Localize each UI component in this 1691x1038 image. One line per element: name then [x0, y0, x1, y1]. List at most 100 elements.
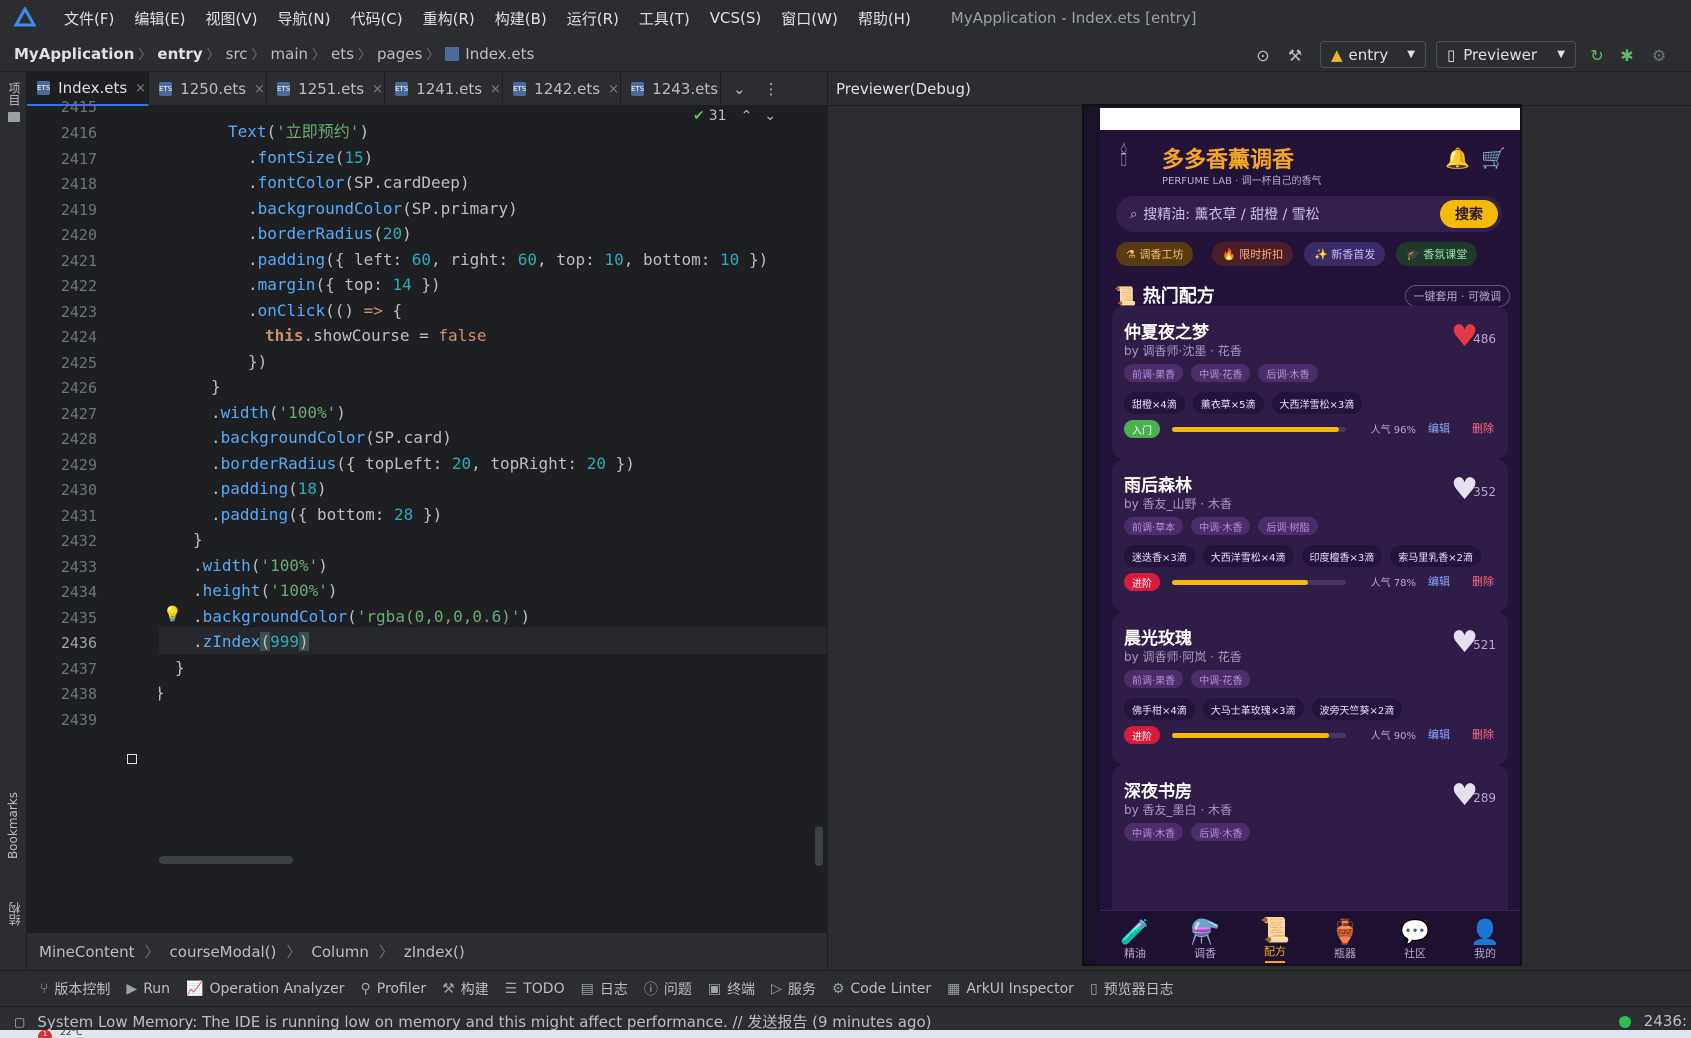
search-input[interactable]: ⌕ 搜精油: 薰衣草 / 甜橙 / 雪松 搜索: [1116, 196, 1502, 232]
recipe-card[interactable]: 晨光玫瑰 by 调香师·阿岚 · 花香 ♥ 521 前调·果香 中调·花香 佛手柑…: [1112, 612, 1508, 765]
cart-icon[interactable]: 🛒: [1481, 146, 1506, 170]
more-vertical-icon[interactable]: ⋮: [758, 72, 785, 106]
nav-file[interactable]: Index.ets: [465, 45, 534, 63]
attach-debugger-icon[interactable]: ⚙: [1648, 44, 1670, 66]
breakpoint-marker-icon[interactable]: [127, 754, 137, 764]
tool-operation-analyzer[interactable]: 📈 Operation Analyzer: [186, 981, 344, 997]
chip-new[interactable]: ✨ 新香首发: [1304, 242, 1386, 266]
delete-button[interactable]: 删除: [1472, 726, 1494, 742]
status-message[interactable]: System Low Memory: The IDE is running lo…: [37, 1011, 931, 1032]
tool-label: Code Linter: [850, 980, 932, 997]
nav-module[interactable]: entry: [157, 45, 202, 63]
menu-navigate[interactable]: 导航(N): [278, 8, 331, 29]
crumb-column[interactable]: Column: [311, 943, 368, 961]
section-badge[interactable]: 一键套用 · 可微调: [1404, 285, 1510, 307]
close-icon[interactable]: ×: [490, 82, 501, 97]
tool-problems[interactable]: ⓘ 问题: [644, 979, 692, 999]
chip-discount[interactable]: 🔥 限时折扣: [1212, 242, 1294, 266]
nav-path-ets[interactable]: ets: [331, 45, 354, 63]
tool-code-linter[interactable]: ⚙ Code Linter: [832, 981, 931, 997]
tab-1243[interactable]: ETS 1243.ets: [621, 72, 721, 106]
chip-class[interactable]: 🎓 香氛课堂: [1396, 242, 1478, 266]
run-config-select[interactable]: ▲ entry ▼: [1320, 41, 1426, 68]
recipe-card[interactable]: 深夜书房 by 香友_墨白 · 木香 ♥ 289 中调·木香 后调·木香: [1112, 765, 1508, 918]
menu-tools[interactable]: 工具(T): [639, 8, 690, 29]
edit-button[interactable]: 编辑: [1428, 420, 1450, 436]
close-icon[interactable]: ×: [372, 82, 383, 97]
graduation-cap-icon: 🎓: [1406, 247, 1420, 261]
rerun-icon[interactable]: ↻: [1586, 44, 1608, 66]
bookmarks-tool-button[interactable]: Bookmarks: [6, 792, 20, 859]
inspection-widget[interactable]: ✔ 31 ⌃ ⌄: [693, 108, 776, 124]
nav-path-main[interactable]: main: [271, 45, 308, 63]
recipe-card[interactable]: 仲夏夜之梦 by 调香师·沈墨 · 花香 ♥ 486 前调·果香 中调·花香 后调·…: [1112, 306, 1508, 459]
nav-tab-profile[interactable]: 👤 我的: [1450, 911, 1520, 964]
horizontal-scrollbar[interactable]: [159, 856, 293, 864]
menu-run[interactable]: 运行(R): [567, 8, 619, 29]
recipe-card[interactable]: 雨后森林 by 香友_山野 · 木香 ♥ 352 前调·草本 中调·木香 后调·树脂…: [1112, 459, 1508, 612]
structure-tool-button[interactable]: 结构: [6, 902, 23, 926]
menu-view[interactable]: 视图(V): [206, 8, 258, 29]
tab-1241[interactable]: ETS 1241.ets ×: [385, 72, 503, 106]
menu-build[interactable]: 构建(B): [495, 8, 547, 29]
menu-refactor[interactable]: 重构(R): [423, 8, 475, 29]
edit-button[interactable]: 编辑: [1428, 573, 1450, 589]
device-select[interactable]: ▯ Previewer ▼: [1436, 41, 1576, 68]
tool-vcs[interactable]: ⑂ 版本控制: [40, 979, 110, 999]
crumb-mine-content[interactable]: MineContent: [39, 943, 135, 961]
ingredient-tag: 大西洋雪松×3滴: [1271, 392, 1363, 414]
close-icon[interactable]: ×: [135, 81, 146, 96]
project-tool-button[interactable]: 项目: [6, 82, 23, 106]
hammer-icon[interactable]: ⚒: [1284, 44, 1306, 66]
tab-1250[interactable]: ETS 1250.ets ×: [149, 72, 267, 106]
vertical-scrollbar[interactable]: [815, 826, 823, 866]
tool-todo[interactable]: ☰ TODO: [505, 981, 565, 997]
nav-path-pages[interactable]: pages: [377, 45, 422, 63]
ets-file-icon: ETS: [37, 81, 51, 95]
tab-1251[interactable]: ETS 1251.ets ×: [267, 72, 385, 106]
caret-position[interactable]: 2436:: [1644, 1012, 1687, 1030]
debug-bug-icon[interactable]: ✱: [1616, 44, 1638, 66]
menu-file[interactable]: 文件(F): [64, 8, 114, 29]
menu-code[interactable]: 代码(C): [350, 8, 402, 29]
menu-window[interactable]: 窗口(W): [781, 8, 838, 29]
tool-profiler[interactable]: ⚲ Profiler: [361, 981, 427, 997]
menu-edit[interactable]: 编辑(E): [134, 8, 185, 29]
delete-button[interactable]: 删除: [1472, 573, 1494, 589]
code-editor[interactable]: ✔ 31 ⌃ ⌄ Text('立即预约') .fontSize(15) .font…: [159, 106, 827, 932]
nav-tab-recipes[interactable]: 📜 配方: [1240, 911, 1310, 964]
close-icon[interactable]: ×: [254, 82, 265, 97]
tab-1242[interactable]: ETS 1242.ets ×: [503, 72, 621, 106]
line-number: 2438: [60, 685, 97, 703]
nav-tab-community[interactable]: 💬 社区: [1380, 911, 1450, 964]
tool-services[interactable]: ▷ 服务: [771, 979, 816, 999]
tool-arkui-inspector[interactable]: ▦ ArkUI Inspector: [947, 981, 1074, 997]
menu-help[interactable]: 帮助(H): [858, 8, 911, 29]
tool-terminal[interactable]: ▣ 终端: [708, 979, 755, 999]
tab-list-chevron-icon[interactable]: ⌄: [721, 72, 758, 106]
nav-tab-blend[interactable]: ⚗️ 调香: [1170, 911, 1240, 964]
panel-toggle-icon[interactable]: ▢: [14, 1015, 25, 1029]
crumb-course-modal[interactable]: courseModal(): [170, 943, 277, 961]
crumb-zindex[interactable]: zIndex(): [404, 943, 465, 961]
bell-icon[interactable]: 🔔: [1445, 146, 1470, 170]
menu-vcs[interactable]: VCS(S): [710, 9, 761, 27]
close-icon[interactable]: ×: [608, 82, 619, 97]
tool-run[interactable]: ▶ Run: [126, 981, 170, 997]
tool-previewer-log[interactable]: ▯ 预览器日志: [1090, 979, 1174, 999]
edit-button[interactable]: 编辑: [1428, 726, 1450, 742]
lightbulb-icon[interactable]: 💡: [163, 605, 182, 623]
nav-tab-oils[interactable]: 🧪 精油: [1100, 911, 1170, 964]
chip-workshop[interactable]: ⚗ 调香工坊: [1116, 242, 1194, 266]
search-button[interactable]: 搜索: [1440, 200, 1498, 228]
nav-path-src[interactable]: src: [226, 45, 248, 63]
tool-log[interactable]: ▤ 日志: [581, 979, 628, 999]
tool-build[interactable]: ⚒ 构建: [442, 979, 489, 999]
like-count: 521: [1473, 638, 1496, 652]
nav-tab-bottles[interactable]: 🏺 瓶器: [1310, 911, 1380, 964]
delete-button[interactable]: 删除: [1472, 420, 1494, 436]
chevron-down-icon[interactable]: ⌄: [764, 108, 776, 124]
target-icon[interactable]: ⊙: [1252, 44, 1274, 66]
chevron-up-icon[interactable]: ⌃: [741, 108, 753, 124]
nav-project[interactable]: MyApplication: [14, 45, 134, 63]
